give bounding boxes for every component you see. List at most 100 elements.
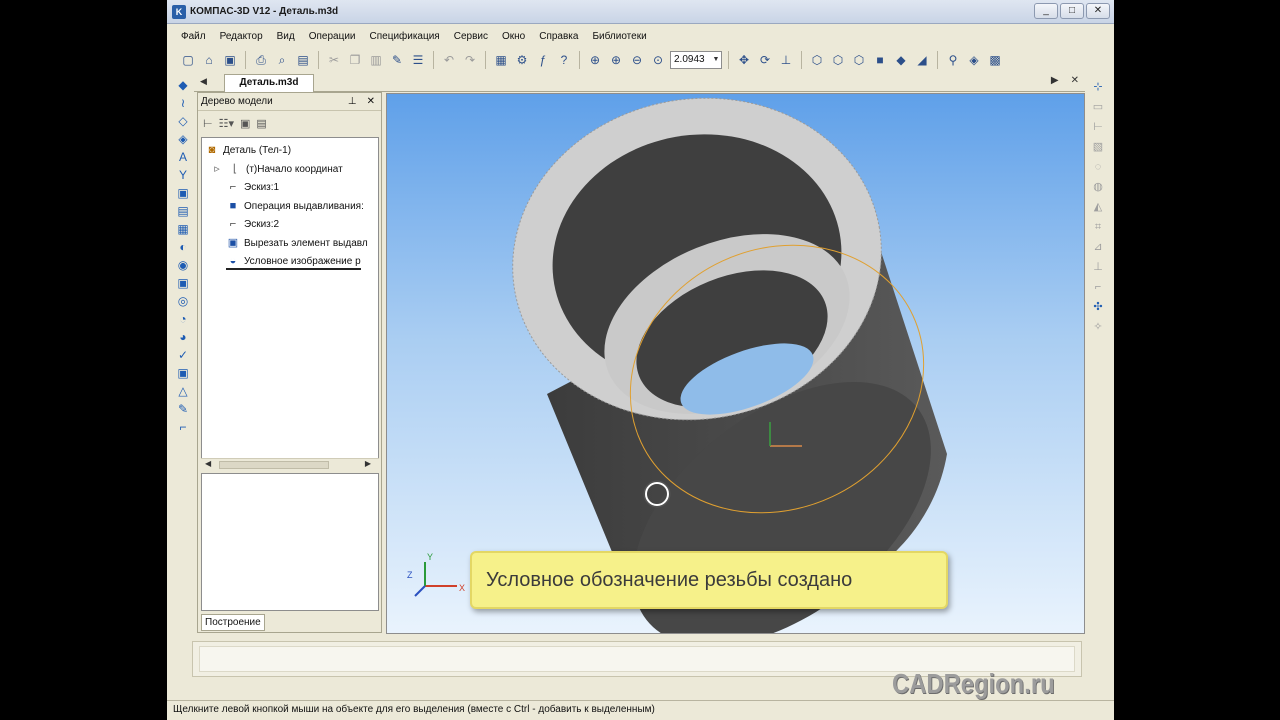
tool-icon[interactable]: ◍ [1091, 180, 1105, 194]
tool-icon[interactable]: ⌗ [1091, 220, 1105, 234]
tree-expand-icon[interactable]: ▣ [240, 117, 250, 130]
zoom-window-icon[interactable]: ⊕ [586, 51, 604, 69]
paste-icon[interactable]: ▥ [367, 51, 385, 69]
menu-specification[interactable]: Спецификация [370, 31, 440, 42]
tool-icon[interactable]: ✧ [1091, 320, 1105, 334]
menu-operations[interactable]: Операции [309, 31, 356, 42]
dimension-icon[interactable]: ⊹ [1091, 80, 1105, 94]
tree-item-part[interactable]: ◙ Деталь (Тел-1) [205, 143, 291, 157]
auxiliary-geometry-icon[interactable]: A [176, 150, 190, 164]
menu-libraries[interactable]: Библиотеки [592, 31, 646, 42]
sketch-tool-icon[interactable]: ⌐ [176, 420, 190, 434]
maximize-button[interactable]: □ [1060, 3, 1084, 19]
perspective-icon[interactable]: ◢ [913, 51, 931, 69]
undo-icon[interactable]: ↶ [440, 51, 458, 69]
tab-scroll-left-icon[interactable]: ◀ [200, 76, 207, 87]
title-bar[interactable]: K КОМПАС-3D V12 - Деталь.m3d _ □ ✕ [167, 0, 1114, 24]
properties-icon[interactable]: ▤ [294, 51, 312, 69]
zoom-out-icon[interactable]: ⊖ [628, 51, 646, 69]
arrays-icon[interactable]: ◈ [176, 132, 190, 146]
zoom-scale-icon[interactable]: ⊙ [649, 51, 667, 69]
tree-item-sketch-2[interactable]: ⌐ Эскиз:2 [226, 217, 279, 231]
pencil-icon[interactable]: ✎ [176, 402, 190, 416]
edit-part-icon[interactable]: ◆ [176, 78, 190, 92]
tool-icon[interactable]: ⊿ [1091, 240, 1105, 254]
list-icon[interactable]: ☰ [409, 51, 427, 69]
menu-view[interactable]: Вид [277, 31, 295, 42]
operations-icon[interactable]: ◎ [176, 294, 190, 308]
tree-item-sketch-1[interactable]: ⌐ Эскиз:1 [226, 180, 279, 194]
close-button[interactable]: ✕ [1086, 3, 1110, 19]
scroll-left-icon[interactable]: ◀ [205, 459, 211, 468]
tab-construction[interactable]: Построение [201, 614, 265, 631]
minimize-button[interactable]: _ [1034, 3, 1058, 19]
tool-icon[interactable]: ▧ [1091, 140, 1105, 154]
print-icon[interactable]: ⎙ [252, 51, 270, 69]
menu-window[interactable]: Окно [502, 31, 525, 42]
filters-icon[interactable]: Y [176, 168, 190, 182]
open-file-icon[interactable]: ⌂ [200, 51, 218, 69]
rotate-icon[interactable]: ⟳ [756, 51, 774, 69]
tool-icon[interactable]: ▭ [1091, 100, 1105, 114]
tree-item-extrude[interactable]: ■ Операция выдавливания: [226, 199, 364, 213]
check-icon[interactable]: ✓ [176, 348, 190, 362]
filter-icon[interactable]: ⚲ [944, 51, 962, 69]
menu-help[interactable]: Справка [539, 31, 578, 42]
settings-icon[interactable]: ⚙ [513, 51, 531, 69]
close-document-icon[interactable]: ✕ [1071, 75, 1079, 86]
zoom-scale-field[interactable]: 2.0943 ▼ [670, 51, 722, 69]
diagnostics-icon[interactable]: ▣ [176, 366, 190, 380]
redo-icon[interactable]: ↷ [461, 51, 479, 69]
tree-item-thread[interactable]: ◒ Условное изображение р [226, 254, 361, 270]
cut-icon[interactable]: ✂ [325, 51, 343, 69]
menu-editor[interactable]: Редактор [220, 31, 263, 42]
tree-view-mode-icon[interactable]: ☷▾ [219, 117, 234, 130]
tree-horizontal-scrollbar[interactable]: ◀ ▶ [201, 458, 379, 470]
hidden-lines-icon[interactable]: ⬡ [829, 51, 847, 69]
save-icon[interactable]: ▣ [221, 51, 239, 69]
tree-item-cut-extrude[interactable]: ▣ Вырезать элемент выдавл [226, 236, 368, 250]
menu-service[interactable]: Сервис [454, 31, 488, 42]
close-panel-icon[interactable]: ✕ [367, 93, 375, 111]
spatial-curves-icon[interactable]: ≀ [176, 96, 190, 110]
expand-icon[interactable]: ▹ [210, 162, 224, 176]
chevron-down-icon[interactable]: ▼ [711, 52, 721, 68]
measure-icon[interactable]: ▣ [176, 186, 190, 200]
pin-icon[interactable]: ⊥ [348, 93, 357, 111]
tool-icon[interactable]: ⊢ [1091, 120, 1105, 134]
surfaces-icon[interactable]: ◇ [176, 114, 190, 128]
zoom-in-icon[interactable]: ⊕ [607, 51, 625, 69]
variables-icon[interactable]: ƒ [534, 51, 552, 69]
fillet-icon[interactable]: ◔ [176, 312, 190, 326]
tree-item-origin[interactable]: ▹ ⌊ (т)Начало координат [210, 162, 342, 176]
tool-icon[interactable]: ⊥ [1091, 260, 1105, 274]
warning-icon[interactable]: △ [176, 384, 190, 398]
shaded-icon[interactable]: ■ [871, 51, 889, 69]
tool-icon[interactable]: ◭ [1091, 200, 1105, 214]
tree-structure-icon[interactable]: ⊢ [203, 117, 213, 130]
help-pointer-icon[interactable]: ? [555, 51, 573, 69]
menu-file[interactable]: Файл [181, 31, 206, 42]
wireframe-icon[interactable]: ⬡ [808, 51, 826, 69]
print-preview-icon[interactable]: ⌕ [273, 51, 291, 69]
tool-icon[interactable]: ✣ [1091, 300, 1105, 314]
tree-collapse-icon[interactable]: ▤ [256, 117, 266, 130]
copy-icon[interactable]: ❐ [346, 51, 364, 69]
spec-icon[interactable]: ▦ [176, 222, 190, 236]
manager-icon[interactable]: ▦ [492, 51, 510, 69]
sheet-metal-icon[interactable]: ▤ [176, 204, 190, 218]
tool-icon[interactable]: ⌐ [1091, 280, 1105, 294]
shaded-edges-icon[interactable]: ◆ [892, 51, 910, 69]
scroll-thumb[interactable] [219, 461, 329, 469]
model-viewport[interactable]: X Y Z Условное обозначение резьбы создан… [386, 93, 1085, 634]
scroll-right-icon[interactable]: ▶ [365, 459, 371, 468]
snap-icon[interactable]: ◈ [965, 51, 983, 69]
format-painter-icon[interactable]: ✎ [388, 51, 406, 69]
tab-scroll-right-icon[interactable]: ▶ [1051, 75, 1059, 86]
thin-lines-icon[interactable]: ⬡ [850, 51, 868, 69]
reports-icon[interactable]: ◐ [176, 240, 190, 254]
tool-icon[interactable]: ◌ [1091, 160, 1105, 174]
view-3d-icon[interactable]: ▩ [986, 51, 1004, 69]
new-file-icon[interactable]: ▢ [179, 51, 197, 69]
pan-icon[interactable]: ✥ [735, 51, 753, 69]
